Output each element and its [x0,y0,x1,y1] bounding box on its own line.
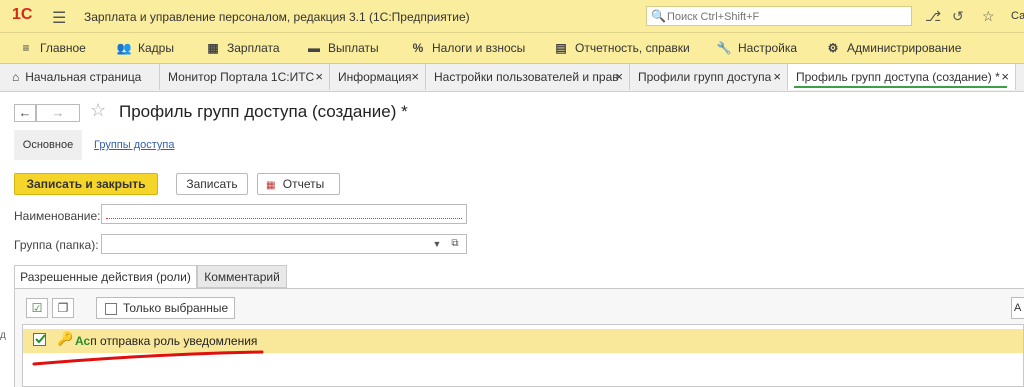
open-icon[interactable]: ⧉ [448,235,462,253]
tab-access-profile-create[interactable]: Профиль групп доступа (создание) * × [788,64,1016,90]
open-windows-bar: ⌂ Начальная страница Монитор Портала 1С:И… [0,64,1024,92]
section-menu: ≡ Главное 👥 Кадры ▦ Зарплата ▬ Выплаты % Нало… [0,33,1024,64]
calculator-icon: ▦ [207,41,219,55]
close-icon[interactable]: × [411,64,419,90]
close-icon[interactable]: × [615,64,623,90]
back-button[interactable]: ← [14,104,36,122]
menu-taxes[interactable]: % Налоги и взносы [410,41,526,55]
menu-label: Администрирование [847,41,962,55]
tab-label: Профили групп доступа [638,70,772,84]
filter-label: Только выбранные [123,301,229,315]
subtab-roles[interactable]: Разрешенные действия (роли) [14,265,197,288]
menu-label: Налоги и взносы [432,41,526,55]
favorite-star-icon[interactable]: ☆ [90,100,106,121]
right-toolbar-button[interactable]: А [1011,297,1024,319]
report-icon: ▤ [555,41,567,55]
only-selected-button[interactable]: Только выбранные [96,297,235,319]
chevron-down-icon[interactable]: ▼ [430,235,444,253]
forward-button[interactable]: → [36,104,80,122]
menu-label: Выплаты [328,41,379,55]
page-title: Профиль групп доступа (создание) * [119,102,408,121]
gear-icon: ⚙ [827,41,839,55]
name-label: Наименование: [14,209,101,223]
favorites-star-icon[interactable]: ☆ [982,8,995,25]
close-icon[interactable]: × [773,64,781,90]
tab-label: Информация [338,70,412,84]
check-all-icon[interactable]: ☑ [26,298,48,318]
tab-information[interactable]: Информация × [330,64,426,90]
menu-label: Настройка [738,41,798,55]
reports-button[interactable]: ▦ Отчеты ▼ [257,173,340,212]
role-name: Асп отправка роль уведомления [75,334,257,348]
save-button[interactable]: Записать [176,173,248,195]
name-field[interactable] [101,204,467,224]
menu-label: Зарплата [227,41,280,55]
edge-mark: д [0,330,6,341]
tab-label: Начальная страница [25,70,142,84]
save-and-close-button[interactable]: Записать и закрыть [14,173,158,195]
main-menu-icon[interactable]: ☰ [52,8,66,28]
menu-label: Кадры [138,41,174,55]
report-icon: ▦ [266,180,276,191]
people-icon: 👥 [116,41,132,55]
tab-user-settings[interactable]: Настройки пользователей и прав × [426,64,630,90]
menu-admin[interactable]: ⚙ Администрирование [825,41,962,55]
group-label: Группа (папка): [14,238,99,252]
home-icon: ⌂ [12,70,20,84]
menu-label: Главное [40,41,86,55]
reports-label: Отчеты [282,177,325,191]
tab-access-profiles[interactable]: Профили групп доступа × [630,64,788,90]
menu-reports[interactable]: ▤ Отчетность, справки [553,41,690,55]
tab-its-monitor[interactable]: Монитор Портала 1С:ИТС × [160,64,330,90]
menu-hr[interactable]: 👥 Кадры [116,41,174,55]
bell-icon[interactable]: ⎇ [925,8,941,25]
menu-list-icon: ≡ [22,41,30,55]
title-bar: 1С ☰ Зарплата и управление персоналом, р… [0,0,1024,33]
card-icon: ▬ [308,41,320,55]
history-icon[interactable]: ↺ [952,8,964,25]
search-icon: 🔍 [651,9,666,23]
checkmark-icon [35,334,46,344]
wrench-icon: 🔧 [716,41,732,55]
group-field[interactable]: ▼ ⧉ [101,234,467,254]
checkbox-icon [105,303,117,315]
search-input[interactable] [665,8,909,26]
required-marker [106,218,462,219]
percent-icon: % [412,41,424,55]
role-checkbox[interactable] [33,333,46,346]
global-search[interactable]: 🔍 [646,6,912,26]
uncheck-all-icon[interactable]: ❐ [52,298,74,318]
close-icon[interactable]: × [315,64,323,90]
form-tab-main[interactable]: Основное [14,130,82,160]
app-logo: 1С [12,6,33,23]
app-title: Зарплата и управление персоналом, редакц… [84,10,470,24]
menu-settings[interactable]: 🔧 Настройка [716,41,798,55]
menu-salary[interactable]: ▦ Зарплата [205,41,280,55]
tab-label: Монитор Портала 1С:ИТС [168,70,315,84]
red-underline-annotation [32,350,264,366]
menu-label: Отчетность, справки [575,41,690,55]
role-name-rest: п отправка роль уведомления [90,334,258,348]
tab-label: Настройки пользователей и прав [434,70,619,84]
user-name[interactable]: Сав [1011,10,1024,22]
subtab-comment[interactable]: Комментарий [197,265,287,288]
form-tab-access-groups[interactable]: Группы доступа [94,139,174,151]
menu-main[interactable]: ≡ Главное [18,41,86,55]
tab-home[interactable]: ⌂ Начальная страница [0,64,160,90]
active-tab-indicator [794,86,1007,88]
key-icon: 🔑 [57,331,74,346]
role-name-match: Ас [75,334,91,348]
tab-label: Профиль групп доступа (создание) * [796,70,1000,84]
menu-payments[interactable]: ▬ Выплаты [306,41,379,55]
